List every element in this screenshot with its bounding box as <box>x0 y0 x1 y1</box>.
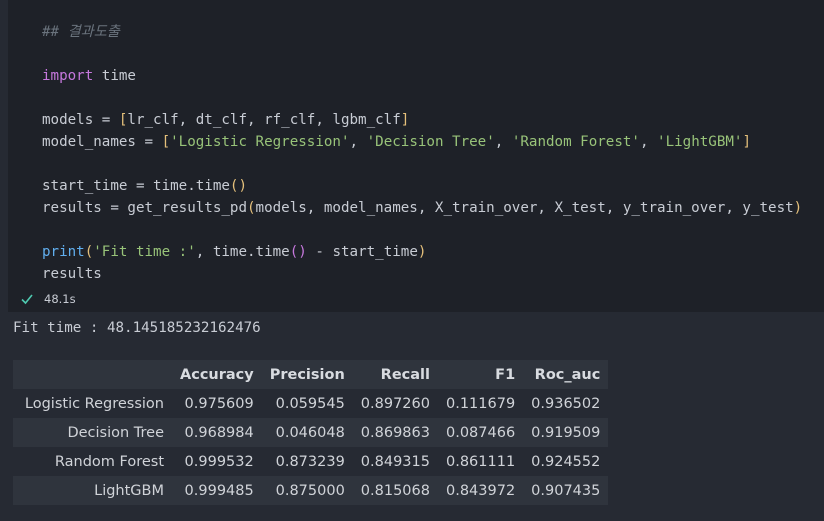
table-row: Random Forest 0.999532 0.873239 0.849315… <box>13 447 609 476</box>
table-cell: 0.843972 <box>445 482 516 499</box>
code-line-start-time: start_time = time.time() <box>42 175 247 197</box>
paren-close: ) <box>417 244 427 260</box>
cell-output: Fit time : 48.145185232162476 Accuracy P… <box>0 312 824 521</box>
string-literal: 'LightGBM' <box>657 134 743 150</box>
print-function: print <box>42 244 85 260</box>
models-list: lr_clf, dt_clf, rf_clf, lgbm_clf <box>127 112 401 128</box>
bracket-close: ] <box>400 112 410 128</box>
execution-status: 48.1s <box>20 289 76 309</box>
separator: , <box>349 134 367 150</box>
cell-gutter <box>0 0 8 312</box>
separator: , <box>494 134 512 150</box>
table-cell: 0.873239 <box>275 453 345 470</box>
column-header-f1: F1 <box>495 366 516 383</box>
table-cell: 0.087466 <box>445 424 516 441</box>
row-index: Logistic Regression <box>24 395 164 412</box>
paren-open: ( <box>247 200 256 216</box>
row-index: Decision Tree <box>67 424 164 441</box>
results-assign: results = get_results_pd <box>42 200 247 216</box>
bracket-open: [ <box>161 134 171 150</box>
bracket-close: ] <box>742 134 752 150</box>
results-args: models, model_names, X_train_over, X_tes… <box>255 200 794 216</box>
models-assign: models = <box>42 112 119 128</box>
table-cell: 0.046048 <box>275 424 345 441</box>
table-cell: 0.111679 <box>445 395 516 412</box>
table-row: Logistic Regression 0.975609 0.059545 0.… <box>13 389 609 418</box>
import-keyword: import <box>42 68 94 84</box>
separator: , <box>639 134 658 150</box>
paren-pair: () <box>289 244 307 260</box>
string-literal: 'Decision Tree' <box>366 134 495 150</box>
table-cell: 0.815068 <box>360 482 430 499</box>
table-cell: 0.975609 <box>184 395 254 412</box>
column-header-accuracy: Accuracy <box>180 366 254 383</box>
column-header-roc-auc: Roc_auc <box>534 366 601 383</box>
paren-close: ) <box>793 200 803 216</box>
code-line-comment: ## 결과도출 <box>42 21 120 43</box>
results-variable: results <box>42 266 102 282</box>
code-line-models: models = [lr_clf, dt_clf, rf_clf, lgbm_c… <box>42 109 409 131</box>
table-cell: 0.059545 <box>275 395 345 412</box>
results-dataframe: Accuracy Precision Recall F1 Roc_auc Log… <box>13 360 609 505</box>
table-header-row: Accuracy Precision Recall F1 Roc_auc <box>13 360 609 389</box>
table-cell: 0.907435 <box>531 482 601 499</box>
code-line-import: import time <box>42 65 136 87</box>
string-literal: 'Random Forest' <box>511 134 640 150</box>
table-cell: 0.968984 <box>184 424 254 441</box>
row-index: Random Forest <box>54 453 164 470</box>
table-cell: 0.849315 <box>360 453 430 470</box>
start-time-assign: start_time = time.time <box>42 178 230 194</box>
table-row: LightGBM 0.999485 0.875000 0.815068 0.84… <box>13 476 609 505</box>
print-rest: - start_time <box>306 244 418 260</box>
code-line-results: results = get_results_pd(models, model_n… <box>42 197 802 219</box>
table-cell: 0.861111 <box>445 453 516 470</box>
names-assign: model_names = <box>42 134 162 150</box>
table-row: Decision Tree 0.968984 0.046048 0.869863… <box>13 418 609 447</box>
code-line-results-var: results <box>42 263 102 285</box>
paren-open: ( <box>84 244 94 260</box>
column-header-precision: Precision <box>269 366 345 383</box>
column-header-recall: Recall <box>380 366 430 383</box>
stdout-text: Fit time : 48.145185232162476 <box>13 320 261 336</box>
table-cell: 0.869863 <box>360 424 430 441</box>
table-cell: 0.999532 <box>184 453 254 470</box>
code-line-model-names: model_names = ['Logistic Regression', 'D… <box>42 131 751 153</box>
execution-duration: 48.1s <box>44 292 76 306</box>
table-cell: 0.919509 <box>531 424 601 441</box>
string-literal: 'Logistic Regression' <box>170 134 350 150</box>
table-cell: 0.936502 <box>531 395 601 412</box>
table-cell: 0.999485 <box>184 482 254 499</box>
index-header <box>13 360 172 389</box>
code-cell[interactable]: ## 결과도출 import time models = [lr_clf, dt… <box>0 0 824 312</box>
import-module: time <box>93 68 136 84</box>
print-mid: , time.time <box>195 244 290 260</box>
string-literal: 'Fit time :' <box>93 244 196 260</box>
code-line-print: print('Fit time :', time.time() - start_… <box>42 241 426 263</box>
paren-pair: () <box>229 178 248 194</box>
table-cell: 0.897260 <box>360 395 430 412</box>
comment-text: ## 결과도출 <box>42 24 120 40</box>
table-cell: 0.924552 <box>531 453 601 470</box>
row-index: LightGBM <box>94 482 164 499</box>
check-icon <box>20 292 34 306</box>
table-cell: 0.875000 <box>275 482 345 499</box>
